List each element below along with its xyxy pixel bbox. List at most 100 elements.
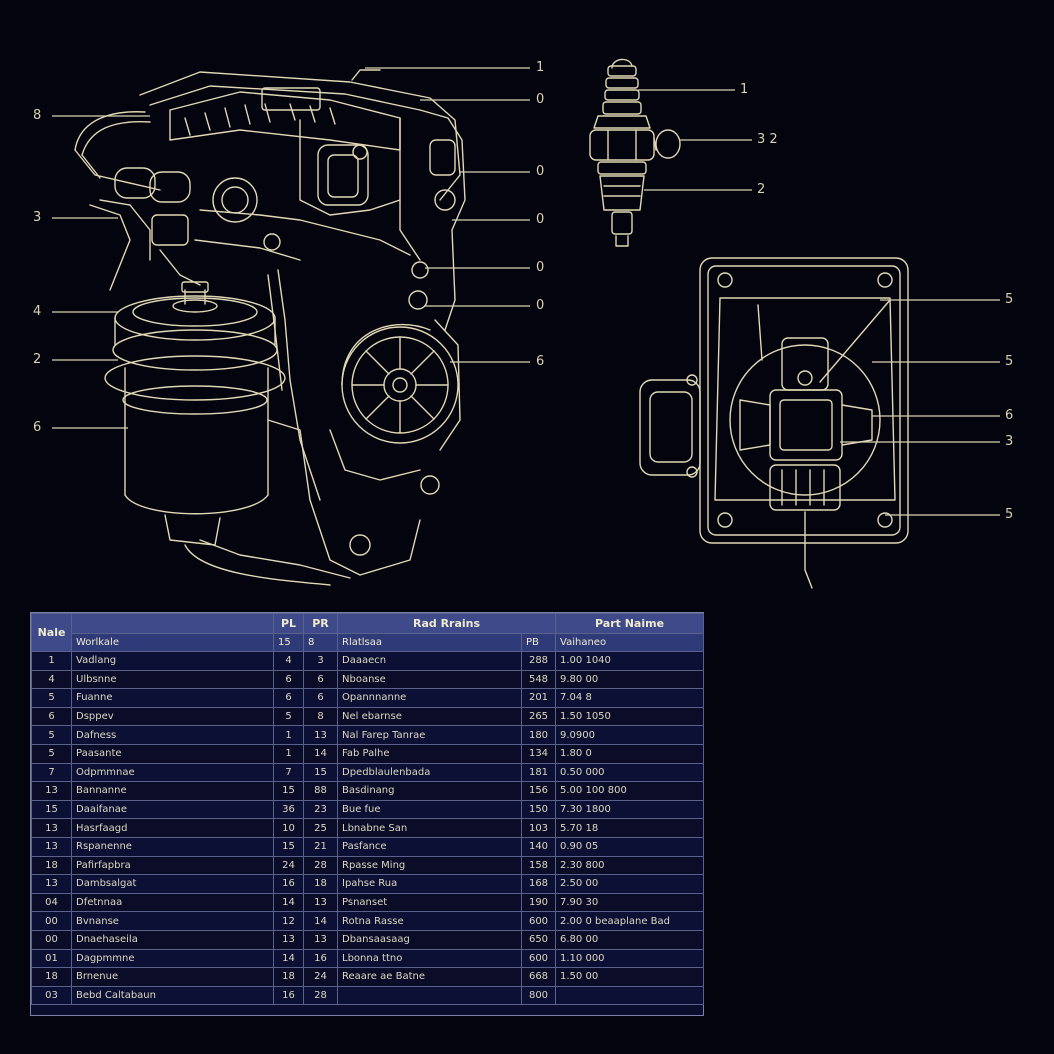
cell-name: 5.70 18: [555, 818, 705, 838]
cell-note: 18: [31, 967, 72, 987]
cell-name: 0.90 05: [555, 836, 705, 857]
cell-pl: 14: [273, 892, 304, 913]
header-pr: PR: [303, 613, 338, 634]
cell-pl: 12: [273, 911, 304, 931]
cell-part: Rotna Rasse: [337, 911, 522, 931]
header-pl: PL: [273, 613, 304, 634]
cell-code: 600: [520, 948, 557, 969]
cell-desc: Fuanne: [71, 688, 274, 708]
cell-pr: 24: [303, 967, 338, 987]
cell-name: 5.00 100 800: [555, 781, 705, 801]
cell-pl: 13: [273, 929, 304, 950]
cell-code: 288: [520, 651, 557, 671]
cell-desc: Dambsalgat: [71, 874, 274, 894]
cell-pr: 6: [303, 688, 338, 708]
callout-panel-1: 5: [1005, 292, 1014, 307]
cell-pl: 18: [273, 967, 304, 987]
table-row: 13 Rspanenne 15 21 Pasfance 140 0.90 05: [31, 836, 705, 857]
cell-part: [337, 985, 522, 1006]
callout-engine-right-5: 0: [536, 260, 545, 275]
cell-code: 265: [520, 706, 557, 727]
callout-engine-left-5: 6: [33, 420, 42, 435]
cell-note: 5: [31, 725, 72, 745]
cell-pl: 7: [273, 762, 304, 783]
header-blank: [71, 613, 274, 634]
engine-assembly-drawing: [74, 69, 466, 586]
cell-part: Lbonna ttno: [337, 948, 522, 969]
cell-pl: 1: [273, 743, 304, 764]
cell-code: 156: [520, 781, 557, 801]
cell-desc: Paasante: [71, 743, 274, 764]
subheader-name: Vaihaneo: [555, 633, 705, 652]
callout-plug-1: 1: [740, 82, 749, 97]
cell-pr: 28: [303, 855, 338, 876]
technical-drawing-area: [52, 58, 1000, 589]
table-row: 1 Vadlang 4 3 Daaaecn 288 1.00 1040: [31, 651, 705, 671]
cell-code: 158: [520, 855, 557, 876]
cell-pr: 3: [303, 651, 338, 671]
callout-plug-3: 2: [757, 182, 766, 197]
cell-pr: 15: [303, 762, 338, 783]
cell-note: 18: [31, 855, 72, 876]
cell-pr: 18: [303, 874, 338, 894]
cell-part: Rpasse Ming: [337, 855, 522, 876]
cell-note: 13: [31, 781, 72, 801]
cell-desc: Dsppev: [71, 706, 274, 727]
cell-note: 15: [31, 799, 72, 820]
cell-code: 103: [520, 818, 557, 838]
callout-engine-right-7: 6: [536, 354, 545, 369]
table-row: 5 Fuanne 6 6 Opannnanne 201 7.04 8: [31, 688, 705, 708]
subheader-part: Rlatlsaa: [337, 633, 522, 652]
cell-pl: 16: [273, 985, 304, 1006]
cell-desc: Dnaehaseila: [71, 929, 274, 950]
cell-name: 1.10 000: [555, 948, 705, 969]
cell-part: Basdinang: [337, 781, 522, 801]
cell-pr: 14: [303, 911, 338, 931]
callout-engine-right-3: 0: [536, 164, 545, 179]
cell-name: 1.80 0: [555, 743, 705, 764]
cell-desc: Bebd Caltabaun: [71, 985, 274, 1006]
callout-engine-right-1: 1: [536, 60, 545, 75]
cell-pr: 23: [303, 799, 338, 820]
cell-pr: 21: [303, 836, 338, 857]
cell-desc: Ulbsnne: [71, 669, 274, 690]
callout-panel-3: 6: [1005, 408, 1014, 423]
subheader-desc: Worlkale: [71, 633, 274, 652]
parts-table: Nale PL PR Rad Rrains Part Naime Worlkal…: [30, 612, 705, 1016]
cell-code: 190: [520, 892, 557, 913]
cell-pr: 25: [303, 818, 338, 838]
cell-pl: 15: [273, 781, 304, 801]
callout-engine-right-6: 0: [536, 298, 545, 313]
cell-note: 13: [31, 874, 72, 894]
cell-code: 168: [520, 874, 557, 894]
cell-note: 00: [31, 911, 72, 931]
cell-desc: Dafness: [71, 725, 274, 745]
cell-desc: Hasrfaagd: [71, 818, 274, 838]
cell-name: 1.00 1040: [555, 651, 705, 671]
cell-note: 6: [31, 706, 72, 727]
cell-name: 9.0900: [555, 725, 705, 745]
table-row: 4 Ulbsnne 6 6 Nboanse 548 9.80 00: [31, 669, 705, 690]
cell-part: Nboanse: [337, 669, 522, 690]
cell-pl: 4: [273, 651, 304, 671]
table-row: 15 Daaifanae 36 23 Bue fue 150 7.30 1800: [31, 799, 705, 820]
mounting-panel-drawing: [639, 257, 909, 589]
cell-desc: Bvnanse: [71, 911, 274, 931]
cell-pl: 6: [273, 669, 304, 690]
cell-pr: 13: [303, 929, 338, 950]
cell-note: 5: [31, 743, 72, 764]
cell-part: Psnanset: [337, 892, 522, 913]
cell-desc: Odpmmnae: [71, 762, 274, 783]
cell-desc: Dfetnnaa: [71, 892, 274, 913]
cell-desc: Dagpmmne: [71, 948, 274, 969]
callout-engine-left-2: 3: [33, 210, 42, 225]
callout-engine-right-2: 0: [536, 92, 545, 107]
cell-note: 00: [31, 929, 72, 950]
cell-part: Nal Farep Tanrae: [337, 725, 522, 745]
table-row: 00 Dnaehaseila 13 13 Dbansaasaag 650 6.80 00: [31, 929, 705, 950]
cell-pr: 14: [303, 743, 338, 764]
cell-part: Pasfance: [337, 836, 522, 857]
cell-code: 800: [520, 985, 557, 1006]
cell-name: 7.04 8: [555, 688, 705, 708]
cell-note: 04: [31, 892, 72, 913]
